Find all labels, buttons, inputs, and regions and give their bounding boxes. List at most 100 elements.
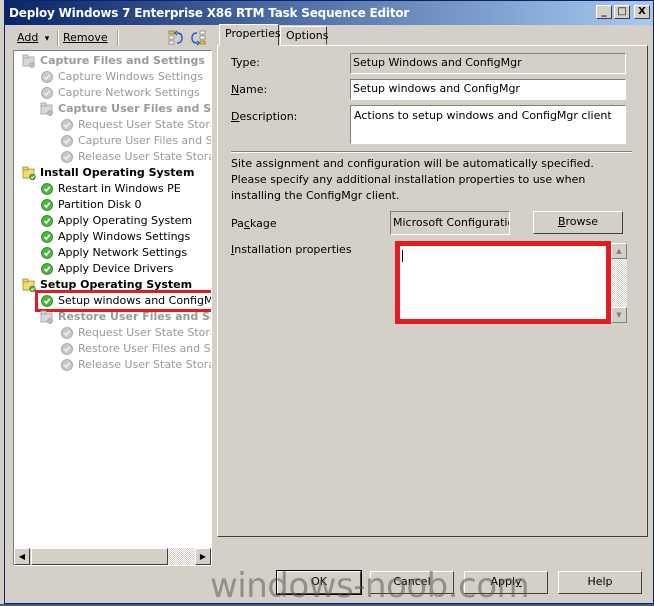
tree-node-label: Restore User Files and Settings <box>78 342 211 355</box>
scroll-left-button[interactable]: ◀ <box>14 548 30 565</box>
toolbar: Add ▾ Remove <box>11 27 211 49</box>
remove-button[interactable]: Remove <box>63 31 108 44</box>
type-label: Type: <box>231 56 260 69</box>
description-input[interactable]: Actions to setup windows and ConfigMgr c… <box>350 105 626 144</box>
add-menu-button[interactable]: Add ▾ <box>17 31 49 44</box>
arrow-down-icon: ▼ <box>616 311 622 319</box>
tree-step-node[interactable]: Release User State Storage <box>60 357 211 373</box>
checkmark-step-icon <box>40 198 58 212</box>
tree-node-label: Capture Files and Settings <box>40 54 205 67</box>
tree-step-node[interactable]: Release User State Storage <box>60 149 211 165</box>
tab-options[interactable]: Options <box>280 26 329 45</box>
remove-label: Remove <box>63 31 108 44</box>
tree-horizontal-scrollbar[interactable]: ◀ ▶ <box>14 548 211 565</box>
arrow-right-icon: ▶ <box>199 552 207 561</box>
toolbar-separator <box>117 30 119 46</box>
tree-node-label: Capture User Files and Settings <box>78 134 211 147</box>
tab-properties-label: Properties <box>225 27 281 40</box>
add-label: Add <box>17 31 39 44</box>
tree-step-node[interactable]: Apply Network Settings <box>40 245 187 261</box>
maximize-button[interactable]: □ <box>614 5 630 19</box>
type-field: Setup Windows and ConfigMgr <box>350 53 626 74</box>
chevron-down-icon: ▾ <box>44 34 50 44</box>
tree-step-node[interactable]: Restart in Windows PE <box>40 181 181 197</box>
tree-node-label: Restore User Files and Settings <box>58 310 211 323</box>
window-title: Deploy Windows 7 Enterprise X86 RTM Task… <box>9 6 410 20</box>
tree-step-node[interactable]: Capture Network Settings <box>40 85 200 101</box>
tree-step-node[interactable]: Restore User Files and Settings <box>60 341 211 357</box>
section-divider <box>231 151 632 153</box>
minimize-icon: _ <box>601 6 607 17</box>
scroll-down-button[interactable]: ▼ <box>611 307 627 323</box>
tree-group-node[interactable]: Install Operating System <box>22 165 194 181</box>
tab-properties[interactable]: Properties <box>219 24 281 46</box>
checkmark-step-icon <box>60 150 78 164</box>
installation-properties-label: Installation properties <box>231 243 352 256</box>
close-button[interactable]: X <box>634 5 650 19</box>
watermark-text: windows-noob.com <box>210 566 530 606</box>
tree-step-node[interactable]: Partition Disk 0 <box>40 197 141 213</box>
checkmark-step-icon <box>40 214 58 228</box>
tree-node-label: Request User State Storage <box>78 326 211 339</box>
scroll-right-button[interactable]: ▶ <box>195 548 211 565</box>
tree-group-node[interactable]: Capture Files and Settings <box>22 53 205 69</box>
checkmark-step-icon <box>40 70 58 84</box>
tree-node-label: Request User State Storage <box>78 118 211 131</box>
tree-step-node[interactable]: Capture User Files and Settings <box>60 133 211 149</box>
tree-group-node[interactable]: Restore User Files and Settings <box>40 309 211 325</box>
tree-group-node[interactable]: Setup Operating System <box>22 277 192 293</box>
tree-step-node[interactable]: Capture Windows Settings <box>40 69 203 85</box>
tree-items: Capture Files and Settings Capture Window… <box>14 51 211 548</box>
arrow-up-icon: ▲ <box>616 247 622 255</box>
folder-group-icon <box>40 310 58 324</box>
folder-group-icon <box>22 54 40 68</box>
description-label: Description: <box>231 110 298 123</box>
scroll-track[interactable] <box>168 548 196 565</box>
tree-step-node[interactable]: Apply Operating System <box>40 213 192 229</box>
scroll-up-button[interactable]: ▲ <box>611 243 627 259</box>
installation-properties-input[interactable] <box>395 241 611 324</box>
maximize-icon: □ <box>617 6 627 17</box>
tree-step-node[interactable]: Setup windows and ConfigMgr <box>35 290 211 312</box>
move-up-icon[interactable] <box>168 30 184 46</box>
tree-node-label: Setup windows and ConfigMgr <box>58 294 211 307</box>
scroll-thumb[interactable] <box>31 548 168 565</box>
tree-step-node[interactable]: Request User State Storage <box>60 325 211 341</box>
tree-node-label: Setup Operating System <box>40 278 193 291</box>
tree-group-node[interactable]: Capture User Files and Settings <box>40 101 211 117</box>
tree-node-label: Restart in Windows PE <box>58 182 181 195</box>
checkmark-step-icon <box>40 230 58 244</box>
tree-step-node[interactable]: Request User State Storage <box>60 117 211 133</box>
task-sequence-editor-window: Deploy Windows 7 Enterprise X86 RTM Task… <box>4 0 654 604</box>
help-button[interactable]: Help <box>558 571 642 594</box>
tab-options-label: Options <box>286 29 329 42</box>
task-sequence-tree[interactable]: Capture Files and Settings Capture Window… <box>13 50 212 566</box>
tree-node-label: Release User State Storage <box>78 358 211 371</box>
browse-button[interactable]: Browse <box>533 211 623 234</box>
tree-node-label: Apply Operating System <box>58 214 193 227</box>
checkmark-step-icon <box>60 326 78 340</box>
tree-node-label: Partition Disk 0 <box>58 198 142 211</box>
close-icon: X <box>638 6 646 17</box>
tree-step-node[interactable]: Apply Windows Settings <box>40 229 190 245</box>
folder-group-icon <box>40 102 58 116</box>
tree-node-label: Apply Device Drivers <box>58 262 174 275</box>
checkmark-step-icon <box>40 262 58 276</box>
site-assignment-note: Site assignment and configuration will b… <box>231 157 594 202</box>
package-field: Microsoft Configuration <box>390 211 510 235</box>
tree-node-label: Apply Network Settings <box>58 246 188 259</box>
installation-properties-scrollbar[interactable]: ▲ ▼ <box>611 243 627 323</box>
text-cursor <box>402 250 403 262</box>
arrow-left-icon: ◀ <box>18 552 26 561</box>
tree-step-node[interactable]: Apply Device Drivers <box>40 261 173 277</box>
title-bar[interactable]: Deploy Windows 7 Enterprise X86 RTM Task… <box>5 1 653 25</box>
name-input[interactable]: Setup windows and ConfigMgr <box>350 79 626 100</box>
package-label: Package <box>231 217 277 230</box>
move-down-icon[interactable] <box>190 30 206 46</box>
tree-node-label: Apply Windows Settings <box>58 230 191 243</box>
checkmark-step-icon <box>40 246 58 260</box>
folder-group-icon <box>22 278 40 292</box>
installation-properties-field: ▲ ▼ <box>395 241 627 324</box>
name-label: Name: <box>231 83 268 96</box>
minimize-button[interactable]: _ <box>596 5 612 19</box>
